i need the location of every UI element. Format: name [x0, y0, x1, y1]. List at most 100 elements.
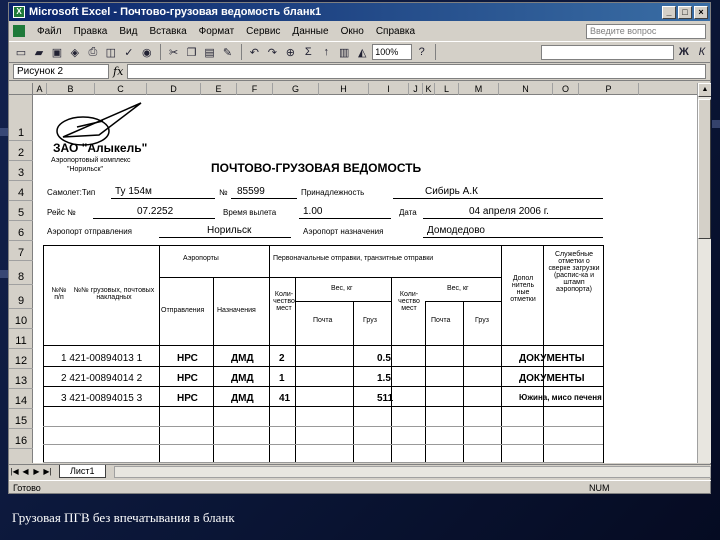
menu-tools[interactable]: Сервис: [240, 26, 286, 37]
formula-input[interactable]: [127, 64, 706, 79]
column-header-n[interactable]: N: [499, 83, 553, 95]
research-icon[interactable]: ◉: [139, 43, 155, 61]
row-header-4[interactable]: 4: [9, 181, 33, 201]
row-header-10[interactable]: 10: [9, 309, 33, 329]
new-document-icon[interactable]: ▭: [13, 43, 29, 61]
column-header-o[interactable]: O: [553, 83, 579, 95]
cell-note[interactable]: ДОКУМЕНТЫ: [519, 373, 585, 384]
autosum-icon[interactable]: Σ: [300, 43, 316, 61]
redo-icon[interactable]: ↷: [264, 43, 280, 61]
help-icon[interactable]: ?: [414, 43, 430, 61]
help-question-input[interactable]: Введите вопрос: [586, 23, 706, 39]
horizontal-scrollbar[interactable]: [113, 465, 711, 478]
cell-dest[interactable]: ДМД: [231, 393, 254, 404]
column-header-b[interactable]: B: [47, 83, 95, 95]
permission-icon[interactable]: ◈: [67, 43, 83, 61]
column-header-i[interactable]: I: [369, 83, 409, 95]
open-folder-icon[interactable]: ▰: [31, 43, 47, 61]
cell-cargo[interactable]: 0.5: [377, 353, 391, 364]
row-header-8[interactable]: 8: [9, 261, 33, 285]
cut-icon[interactable]: ✂: [166, 43, 182, 61]
zoom-select[interactable]: 100%: [372, 44, 412, 60]
spreadsheet-grid[interactable]: ABCDEFGHIJKLMNOP 1 2 3 4 5 6 7 8 9 10 11 12 13 14 15 16…: [9, 83, 711, 463]
column-header-g[interactable]: G: [273, 83, 319, 95]
cell-cargo[interactable]: 511: [377, 393, 393, 404]
column-header-c[interactable]: C: [95, 83, 147, 95]
cell-waybill[interactable]: 3 421-00894015 3: [61, 393, 142, 404]
hyperlink-icon[interactable]: ⊕: [282, 43, 298, 61]
column-header-h[interactable]: H: [319, 83, 369, 95]
menu-format[interactable]: Формат: [193, 26, 241, 37]
row-header-7[interactable]: 7: [9, 241, 33, 261]
cell-origin[interactable]: НРС: [177, 393, 198, 404]
cell-dest[interactable]: ДМД: [231, 373, 254, 384]
minimize-button[interactable]: _: [662, 5, 676, 19]
sort-ascending-icon[interactable]: ↑: [318, 43, 334, 61]
column-header-m[interactable]: M: [459, 83, 499, 95]
column-header-p[interactable]: P: [579, 83, 639, 95]
column-header-e[interactable]: E: [201, 83, 237, 95]
menu-edit[interactable]: Правка: [68, 26, 114, 37]
cell-cargo[interactable]: 1.5: [377, 373, 391, 384]
row-header-15[interactable]: 15: [9, 409, 33, 429]
bold-button[interactable]: Ж: [676, 43, 692, 61]
undo-icon[interactable]: ↶: [246, 43, 262, 61]
menu-file[interactable]: Файл: [31, 26, 68, 37]
prev-sheet-icon[interactable]: ◀: [20, 467, 31, 476]
menu-window[interactable]: Окно: [335, 26, 370, 37]
chart-wizard-icon[interactable]: ▥: [336, 43, 352, 61]
save-icon[interactable]: ▣: [49, 43, 65, 61]
close-button[interactable]: ×: [694, 5, 708, 19]
paste-icon[interactable]: ▤: [202, 43, 218, 61]
sheet-tab-list1[interactable]: Лист1: [59, 465, 106, 478]
row-header-12[interactable]: 12: [9, 349, 33, 369]
menu-insert[interactable]: Вставка: [143, 26, 192, 37]
last-sheet-icon[interactable]: ▶|: [42, 467, 53, 476]
row-header-16[interactable]: 16: [9, 429, 33, 449]
scroll-thumb[interactable]: [698, 99, 711, 239]
spelling-icon[interactable]: ✓: [121, 43, 137, 61]
print-icon[interactable]: ⎙: [85, 43, 101, 61]
copy-icon[interactable]: ❐: [184, 43, 200, 61]
workbook-icon[interactable]: [13, 25, 25, 37]
first-sheet-icon[interactable]: |◀: [9, 467, 20, 476]
row-header-5[interactable]: 5: [9, 201, 33, 221]
vertical-scrollbar[interactable]: ▲: [697, 83, 711, 463]
row-header-1[interactable]: 1: [9, 95, 33, 141]
row-header-6[interactable]: 6: [9, 221, 33, 241]
italic-button[interactable]: К: [694, 43, 710, 61]
cell-count[interactable]: 1: [279, 373, 285, 384]
cell-origin[interactable]: НРС: [177, 373, 198, 384]
menu-data[interactable]: Данные: [286, 26, 334, 37]
name-box[interactable]: Рисунок 2: [13, 64, 109, 79]
row-header-11[interactable]: 11: [9, 329, 33, 349]
row-header-3[interactable]: 3: [9, 161, 33, 181]
column-header-l[interactable]: L: [435, 83, 459, 95]
menu-help[interactable]: Справка: [370, 26, 421, 37]
column-header-f[interactable]: F: [237, 83, 273, 95]
cell-note[interactable]: ДОКУМЕНТЫ: [519, 353, 585, 364]
print-preview-icon[interactable]: ◫: [103, 43, 119, 61]
insert-function-button[interactable]: fx: [113, 65, 123, 78]
cell-waybill[interactable]: 1 421-00894013 1: [61, 353, 142, 364]
cell-count[interactable]: 41: [279, 393, 290, 404]
column-header-a[interactable]: A: [33, 83, 47, 95]
cell-origin[interactable]: НРС: [177, 353, 198, 364]
cell-dest[interactable]: ДМД: [231, 353, 254, 364]
row-header-2[interactable]: 2: [9, 141, 33, 161]
row-header-13[interactable]: 13: [9, 369, 33, 389]
font-name-select[interactable]: [540, 44, 674, 60]
select-all-corner[interactable]: [9, 83, 33, 95]
row-header-14[interactable]: 14: [9, 389, 33, 409]
cell-count[interactable]: 2: [279, 353, 285, 364]
row-header-9[interactable]: 9: [9, 285, 33, 309]
column-header-k[interactable]: K: [423, 83, 435, 95]
column-header-j[interactable]: J: [409, 83, 423, 95]
scroll-up-icon[interactable]: ▲: [698, 83, 711, 97]
maximize-button[interactable]: □: [678, 5, 692, 19]
menu-view[interactable]: Вид: [113, 26, 143, 37]
cell-waybill[interactable]: 2 421-00894014 2: [61, 373, 142, 384]
drawing-icon[interactable]: ◭: [354, 43, 370, 61]
next-sheet-icon[interactable]: ▶: [31, 467, 42, 476]
cell-note[interactable]: Южина, мисо печеня: [519, 393, 602, 402]
